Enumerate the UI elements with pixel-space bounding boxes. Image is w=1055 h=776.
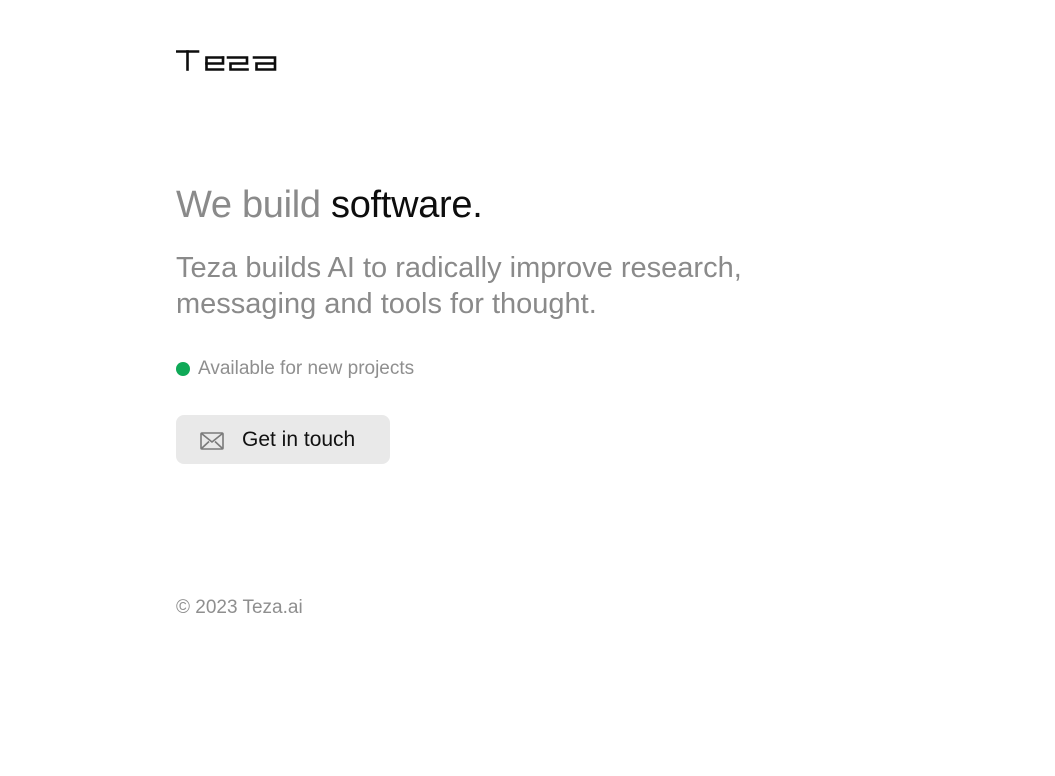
hero-headline: We build software.: [176, 182, 483, 228]
footer-copyright: © 2023 Teza.ai: [176, 597, 303, 618]
hero-subheadline: Teza builds AI to radically improve rese…: [176, 252, 742, 320]
get-in-touch-button[interactable]: Get in touch: [176, 415, 390, 464]
availability-status: Available for new projects: [176, 358, 414, 380]
teza-logo[interactable]: [176, 48, 280, 72]
get-in-touch-label: Get in touch: [242, 427, 356, 451]
page: We build software. Teza builds AI to rad…: [0, 0, 1055, 776]
status-label: Available for new projects: [198, 358, 415, 379]
mail-icon: [200, 431, 224, 451]
headline-muted: We build: [176, 184, 332, 226]
status-dot-icon: [176, 362, 190, 376]
headline-strong: software.: [331, 184, 483, 226]
teza-wordmark-icon: [176, 50, 277, 71]
